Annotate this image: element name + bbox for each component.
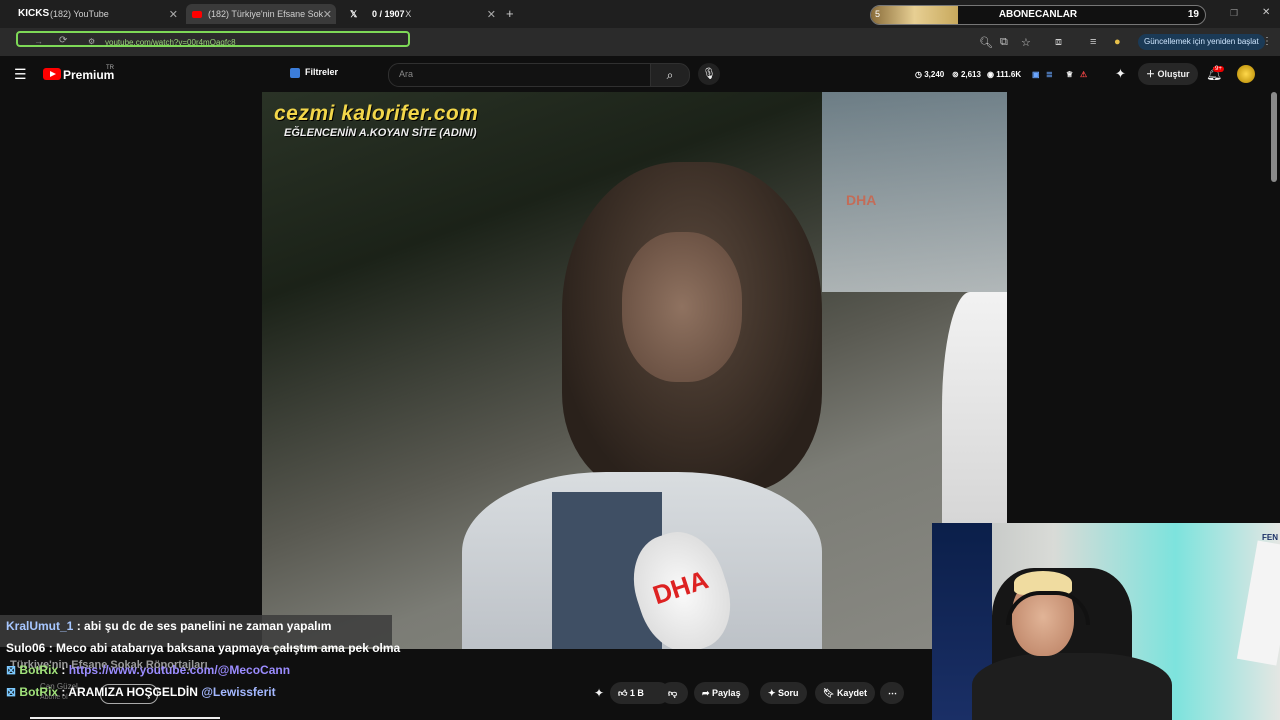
close-icon[interactable]: ✕ — [169, 8, 178, 21]
search-button[interactable]: ⌕ — [650, 63, 690, 87]
save-button[interactable]: 🔖︎ Kaydet — [815, 682, 875, 704]
ask-button[interactable]: ✦ Soru — [760, 682, 807, 704]
stat-followers: ⊚ 2,613 — [952, 70, 981, 79]
progress-line — [30, 717, 220, 719]
extensions-icon[interactable]: ⧈ — [1055, 36, 1062, 49]
stat-views: ◉ 111.6K — [987, 70, 1022, 79]
trophy-icon[interactable]: ♕ — [1066, 70, 1073, 79]
bookmark-icon: 🔖︎ — [823, 688, 837, 698]
tab-video[interactable]: (182) Türkiye'nin Efsane Sok ✕ — [186, 4, 336, 24]
chat-message: Sulo06 : Meco abi atabarıya baksana yapm… — [6, 641, 401, 655]
filter-icon — [290, 68, 300, 78]
thumbs-down-icon: 👎︎ — [668, 688, 678, 698]
watermark-site: cezmi kalorifer.com — [274, 102, 479, 125]
more-icon: ⋯ — [888, 688, 897, 698]
menu-icon[interactable]: ☰ — [14, 66, 27, 83]
close-icon[interactable]: ✕ — [323, 8, 332, 21]
update-button[interactable]: Güncellemek için yeniden başlat — [1138, 34, 1265, 50]
webcam-overlay: FEN — [932, 523, 1280, 720]
chat-message: KralUmut_1 : abi şu dc de ses panelini n… — [6, 619, 332, 633]
stat-viewers: ◷ 3,240 — [915, 70, 945, 79]
sparkle-icon[interactable]: ✦ — [1115, 66, 1126, 82]
close-icon[interactable]: ✕ — [487, 8, 496, 21]
more-actions-button[interactable]: ⋯ — [880, 682, 904, 704]
extension-icon[interactable]: ▣ — [1032, 70, 1040, 79]
close-window-icon[interactable]: ✕ — [1262, 7, 1270, 18]
star-icon[interactable]: ☆ — [1021, 36, 1031, 49]
goal-title: ABONECANLAR — [998, 9, 1078, 20]
voice-search-button[interactable]: 🎙︎ — [698, 63, 720, 85]
more-icon[interactable]: ⋮ — [1262, 36, 1272, 47]
streamer-body — [972, 653, 1172, 720]
youtube-icon — [192, 10, 202, 18]
subscriber-goal-bar: 5 ABONECANLAR 19 — [870, 5, 1206, 25]
goal-target: 19 — [1187, 9, 1199, 20]
dislike-button[interactable]: 👎︎ — [660, 682, 688, 704]
video-player[interactable]: DHA DHA cezmi kalorifer.com EĞLENCENİN A… — [262, 92, 1007, 649]
forward-icon[interactable]: → — [34, 36, 43, 46]
notification-badge: 9+ — [1213, 66, 1224, 72]
scrollbar[interactable] — [1271, 92, 1277, 182]
tab-label: (182) YouTube — [50, 9, 109, 19]
cast-icon[interactable]: ⧉ — [1000, 36, 1008, 49]
sparkle-icon: ✦ — [768, 688, 779, 698]
overlay-kicks-label: KICKS — [18, 8, 50, 19]
overlay-counter: 0 / 1907 — [372, 9, 405, 19]
tab-x[interactable]: 𝕏 X ✕ — [346, 4, 496, 24]
reading-list-icon[interactable]: ≡ — [1090, 36, 1096, 48]
alert-icon[interactable]: ⚠ — [1080, 70, 1087, 79]
site-info-icon[interactable]: ⚙ — [88, 37, 95, 46]
chat-message: ⊠ BotRix : https://www.youtube.com/@Meco… — [6, 663, 291, 677]
filters-button[interactable]: Filtreler — [305, 67, 338, 77]
plus-icon: ＋ — [1146, 69, 1158, 79]
youtube-logo-icon[interactable] — [43, 68, 61, 80]
mic-icon: 🎙︎ — [702, 68, 716, 80]
avatar[interactable] — [1237, 65, 1255, 83]
interviewee-face — [622, 232, 742, 382]
channel-sub-ghost: Abone ol — [40, 694, 68, 701]
reload-icon[interactable]: ⟳ — [59, 35, 67, 46]
bot-icon: ⊠ — [6, 685, 17, 699]
background-logo: DHA — [846, 192, 877, 208]
goal-current: 5 — [875, 9, 881, 19]
list-icon[interactable]: ≣ — [1046, 70, 1053, 79]
url-text[interactable]: youtube.com/watch?v=00r4mQaqfc8 — [105, 38, 236, 47]
new-tab-button[interactable]: + — [506, 6, 514, 21]
search-placeholder: Ara — [399, 69, 414, 79]
region-code: TR — [106, 65, 114, 71]
tab-label: X — [405, 9, 412, 19]
share-icon: ➦ — [702, 688, 713, 698]
pennant-text: FEN — [1262, 533, 1278, 542]
subscriber-goal-fill — [871, 6, 958, 24]
profile-icon[interactable]: ● — [1114, 36, 1121, 48]
watermark-tagline: EĞLENCENİN A.KOYAN SİTE (ADINI) — [284, 127, 477, 139]
wall-pennant — [1236, 540, 1280, 666]
sparkle-icon[interactable]: ✦ — [594, 686, 604, 700]
bot-icon: ⊠ — [6, 663, 17, 677]
tab-label: (182) Türkiye'nin Efsane Sok — [208, 9, 324, 19]
search-icon: ⌕ — [666, 68, 674, 82]
search-input[interactable] — [388, 63, 652, 87]
share-button[interactable]: ➦ Paylaş — [694, 682, 749, 704]
thumbs-up-icon: 👍︎ — [618, 688, 630, 698]
restore-icon[interactable]: ❐ — [1230, 8, 1238, 19]
create-button[interactable]: ＋ Oluştur — [1138, 63, 1198, 85]
x-logo-icon: 𝕏 — [350, 8, 358, 19]
zoom-icon[interactable]: 🔍︎ — [979, 36, 993, 49]
